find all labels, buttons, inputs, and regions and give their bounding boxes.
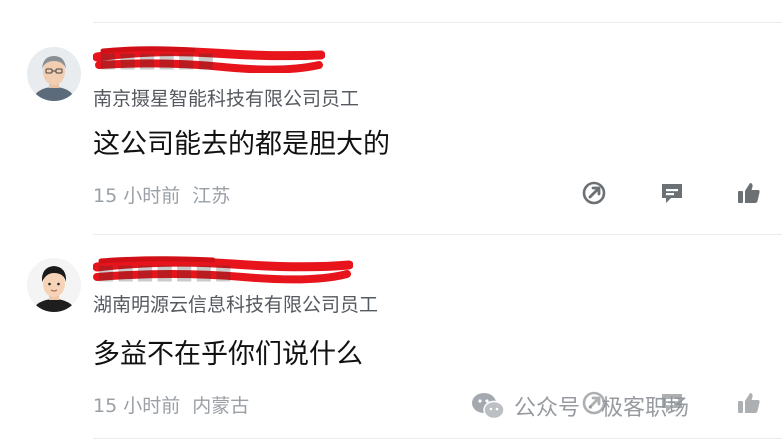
share-icon xyxy=(582,181,606,205)
comment-meta: 15 小时前 江苏 xyxy=(93,181,230,208)
top-divider xyxy=(93,22,782,23)
svg-text:▆ ▆ ▆ ▆ ▆ ▆ ▆: ▆ ▆ ▆ ▆ ▆ ▆ ▆ xyxy=(98,261,231,282)
watermark: 公众号 · 极客职场 xyxy=(470,386,689,426)
comment-time: 15 小时前 xyxy=(93,395,181,417)
like-icon xyxy=(738,183,760,203)
bottom-divider xyxy=(93,438,782,439)
comment-text: 这公司能去的都是胆大的 xyxy=(93,129,390,160)
watermark-text: 公众号 · 极客职场 xyxy=(514,396,689,421)
comment-time: 15 小时前 xyxy=(93,185,181,207)
username-redacted[interactable]: ▆ ▆ ▆ ▆ ▆ ▆ ▆ xyxy=(92,255,354,285)
wechat-icon xyxy=(472,393,505,420)
like-icon xyxy=(738,393,760,413)
avatar[interactable] xyxy=(27,47,81,101)
author-company: 湖南明源云信息科技有限公司员工 xyxy=(93,294,379,316)
like-button[interactable] xyxy=(732,176,766,210)
avatar[interactable] xyxy=(27,258,81,312)
like-button[interactable] xyxy=(732,386,766,420)
comment-icon xyxy=(662,184,682,203)
comment-meta: 15 小时前 内蒙古 xyxy=(93,391,249,418)
comment-location: 江苏 xyxy=(192,185,231,207)
comment-text: 多益不在乎你们说什么 xyxy=(93,339,363,370)
author-company: 南京摄星智能科技有限公司员工 xyxy=(93,88,360,110)
comment-location: 内蒙古 xyxy=(192,395,250,417)
comment-divider xyxy=(93,234,782,235)
svg-text:▆ ▆ ▆ ▆ ▆ ▆: ▆ ▆ ▆ ▆ ▆ ▆ xyxy=(100,49,214,70)
username-redacted[interactable]: ▆ ▆ ▆ ▆ ▆ ▆ xyxy=(92,43,326,74)
share-button[interactable] xyxy=(577,176,611,210)
reply-button[interactable] xyxy=(655,176,689,210)
